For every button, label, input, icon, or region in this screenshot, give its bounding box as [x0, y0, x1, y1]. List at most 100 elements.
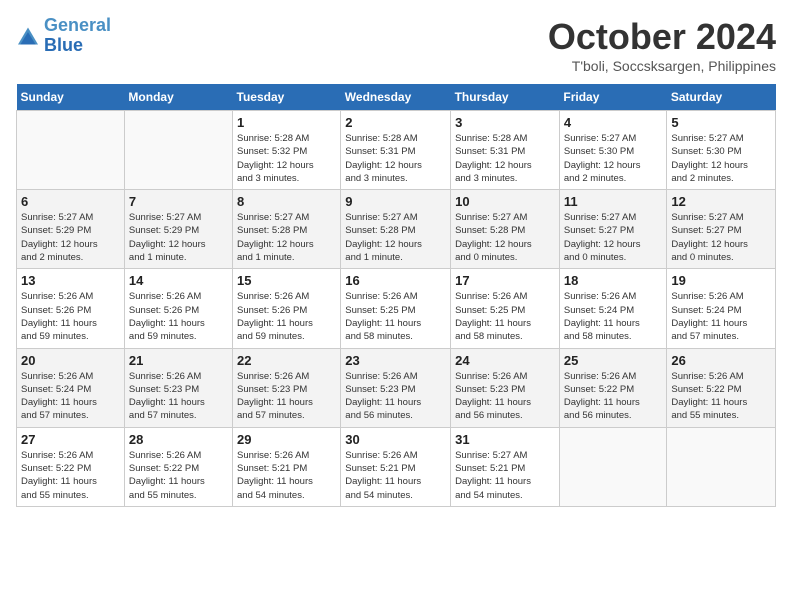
- day-number: 9: [345, 194, 446, 209]
- calendar-cell: 12 Sunrise: 5:27 AM Sunset: 5:27 PM Dayli…: [667, 190, 776, 269]
- day-number: 17: [455, 273, 555, 288]
- weekday-header-tuesday: Tuesday: [233, 84, 341, 111]
- title-block: October 2024 T'boli, Soccsksargen, Phili…: [548, 16, 776, 74]
- day-info: Sunrise: 5:27 AM Sunset: 5:28 PM Dayligh…: [455, 211, 555, 264]
- calendar-cell: 13Sunrise: 5:26 AM Sunset: 5:26 PM Dayli…: [17, 269, 125, 348]
- day-number: 31: [455, 432, 555, 447]
- calendar-week-row: 13Sunrise: 5:26 AM Sunset: 5:26 PM Dayli…: [17, 269, 776, 348]
- calendar-week-row: 20 Sunrise: 5:26 AM Sunset: 5:24 PM Dayli…: [17, 348, 776, 427]
- page-header: General Blue October 2024 T'boli, Soccsk…: [16, 16, 776, 74]
- day-info: Sunrise: 5:26 AM Sunset: 5:26 PM Dayligh…: [237, 290, 336, 343]
- logo-icon: [16, 26, 40, 46]
- calendar-cell: 16 Sunrise: 5:26 AM Sunset: 5:25 PM Dayli…: [341, 269, 451, 348]
- day-info: Sunrise: 5:26 AM Sunset: 5:25 PM Dayligh…: [345, 290, 446, 343]
- day-number: 28: [129, 432, 228, 447]
- day-info: Sunrise: 5:27 AM Sunset: 5:30 PM Dayligh…: [671, 132, 771, 185]
- day-info: Sunrise: 5:26 AM Sunset: 5:21 PM Dayligh…: [345, 449, 446, 502]
- weekday-header-monday: Monday: [124, 84, 232, 111]
- day-info: Sunrise: 5:28 AM Sunset: 5:32 PM Dayligh…: [237, 132, 336, 185]
- calendar-cell: 28 Sunrise: 5:26 AM Sunset: 5:22 PM Dayli…: [124, 427, 232, 506]
- day-number: 27: [21, 432, 120, 447]
- calendar-week-row: 27 Sunrise: 5:26 AM Sunset: 5:22 PM Dayli…: [17, 427, 776, 506]
- calendar-cell: 24Sunrise: 5:26 AM Sunset: 5:23 PM Dayli…: [451, 348, 560, 427]
- day-number: 29: [237, 432, 336, 447]
- day-info: Sunrise: 5:26 AM Sunset: 5:22 PM Dayligh…: [564, 370, 662, 423]
- calendar-cell: 31 Sunrise: 5:27 AM Sunset: 5:21 PM Dayli…: [451, 427, 560, 506]
- day-number: 24: [455, 353, 555, 368]
- calendar-cell: [124, 111, 232, 190]
- calendar-cell: 5 Sunrise: 5:27 AM Sunset: 5:30 PM Daylig…: [667, 111, 776, 190]
- calendar-cell: 2Sunrise: 5:28 AM Sunset: 5:31 PM Daylig…: [341, 111, 451, 190]
- day-number: 6: [21, 194, 120, 209]
- day-number: 21: [129, 353, 228, 368]
- day-info: Sunrise: 5:27 AM Sunset: 5:29 PM Dayligh…: [129, 211, 228, 264]
- location: T'boli, Soccsksargen, Philippines: [548, 58, 776, 74]
- day-info: Sunrise: 5:27 AM Sunset: 5:28 PM Dayligh…: [237, 211, 336, 264]
- day-info: Sunrise: 5:27 AM Sunset: 5:21 PM Dayligh…: [455, 449, 555, 502]
- day-info: Sunrise: 5:27 AM Sunset: 5:28 PM Dayligh…: [345, 211, 446, 264]
- day-number: 5: [671, 115, 771, 130]
- day-number: 20: [21, 353, 120, 368]
- calendar-cell: [17, 111, 125, 190]
- calendar-cell: 17 Sunrise: 5:26 AM Sunset: 5:25 PM Dayli…: [451, 269, 560, 348]
- day-info: Sunrise: 5:27 AM Sunset: 5:29 PM Dayligh…: [21, 211, 120, 264]
- calendar-cell: 22Sunrise: 5:26 AM Sunset: 5:23 PM Dayli…: [233, 348, 341, 427]
- calendar-cell: 18Sunrise: 5:26 AM Sunset: 5:24 PM Dayli…: [559, 269, 666, 348]
- calendar-cell: 1 Sunrise: 5:28 AM Sunset: 5:32 PM Daylig…: [233, 111, 341, 190]
- weekday-header-saturday: Saturday: [667, 84, 776, 111]
- day-info: Sunrise: 5:27 AM Sunset: 5:27 PM Dayligh…: [564, 211, 662, 264]
- day-number: 7: [129, 194, 228, 209]
- calendar-cell: [559, 427, 666, 506]
- day-info: Sunrise: 5:26 AM Sunset: 5:22 PM Dayligh…: [21, 449, 120, 502]
- calendar-cell: 25 Sunrise: 5:26 AM Sunset: 5:22 PM Dayli…: [559, 348, 666, 427]
- day-info: Sunrise: 5:26 AM Sunset: 5:23 PM Dayligh…: [345, 370, 446, 423]
- day-number: 10: [455, 194, 555, 209]
- day-info: Sunrise: 5:27 AM Sunset: 5:30 PM Dayligh…: [564, 132, 662, 185]
- calendar-cell: 6 Sunrise: 5:27 AM Sunset: 5:29 PM Daylig…: [17, 190, 125, 269]
- weekday-header-wednesday: Wednesday: [341, 84, 451, 111]
- day-number: 11: [564, 194, 662, 209]
- day-number: 1: [237, 115, 336, 130]
- day-number: 19: [671, 273, 771, 288]
- day-number: 3: [455, 115, 555, 130]
- calendar-cell: 20 Sunrise: 5:26 AM Sunset: 5:24 PM Dayli…: [17, 348, 125, 427]
- calendar-cell: 8Sunrise: 5:27 AM Sunset: 5:28 PM Daylig…: [233, 190, 341, 269]
- day-info: Sunrise: 5:26 AM Sunset: 5:26 PM Dayligh…: [21, 290, 120, 343]
- weekday-header-thursday: Thursday: [451, 84, 560, 111]
- day-info: Sunrise: 5:26 AM Sunset: 5:22 PM Dayligh…: [671, 370, 771, 423]
- calendar-cell: 9 Sunrise: 5:27 AM Sunset: 5:28 PM Daylig…: [341, 190, 451, 269]
- day-number: 2: [345, 115, 446, 130]
- day-number: 26: [671, 353, 771, 368]
- calendar-week-row: 1 Sunrise: 5:28 AM Sunset: 5:32 PM Daylig…: [17, 111, 776, 190]
- calendar-cell: 10 Sunrise: 5:27 AM Sunset: 5:28 PM Dayli…: [451, 190, 560, 269]
- calendar-cell: [667, 427, 776, 506]
- logo: General Blue: [16, 16, 111, 56]
- day-info: Sunrise: 5:26 AM Sunset: 5:23 PM Dayligh…: [129, 370, 228, 423]
- calendar-cell: 15 Sunrise: 5:26 AM Sunset: 5:26 PM Dayli…: [233, 269, 341, 348]
- calendar-cell: 23 Sunrise: 5:26 AM Sunset: 5:23 PM Dayli…: [341, 348, 451, 427]
- day-info: Sunrise: 5:27 AM Sunset: 5:27 PM Dayligh…: [671, 211, 771, 264]
- calendar-table: SundayMondayTuesdayWednesdayThursdayFrid…: [16, 84, 776, 507]
- day-number: 23: [345, 353, 446, 368]
- day-info: Sunrise: 5:28 AM Sunset: 5:31 PM Dayligh…: [455, 132, 555, 185]
- day-number: 12: [671, 194, 771, 209]
- day-info: Sunrise: 5:26 AM Sunset: 5:23 PM Dayligh…: [237, 370, 336, 423]
- calendar-cell: 14Sunrise: 5:26 AM Sunset: 5:26 PM Dayli…: [124, 269, 232, 348]
- day-number: 15: [237, 273, 336, 288]
- day-info: Sunrise: 5:26 AM Sunset: 5:25 PM Dayligh…: [455, 290, 555, 343]
- day-info: Sunrise: 5:26 AM Sunset: 5:21 PM Dayligh…: [237, 449, 336, 502]
- day-number: 4: [564, 115, 662, 130]
- calendar-cell: 4 Sunrise: 5:27 AM Sunset: 5:30 PM Daylig…: [559, 111, 666, 190]
- calendar-cell: 29 Sunrise: 5:26 AM Sunset: 5:21 PM Dayli…: [233, 427, 341, 506]
- day-number: 14: [129, 273, 228, 288]
- calendar-cell: 11 Sunrise: 5:27 AM Sunset: 5:27 PM Dayli…: [559, 190, 666, 269]
- day-number: 18: [564, 273, 662, 288]
- day-info: Sunrise: 5:26 AM Sunset: 5:24 PM Dayligh…: [21, 370, 120, 423]
- day-number: 25: [564, 353, 662, 368]
- calendar-cell: 7 Sunrise: 5:27 AM Sunset: 5:29 PM Daylig…: [124, 190, 232, 269]
- day-info: Sunrise: 5:26 AM Sunset: 5:22 PM Dayligh…: [129, 449, 228, 502]
- logo-text: General Blue: [44, 16, 111, 56]
- day-info: Sunrise: 5:26 AM Sunset: 5:24 PM Dayligh…: [671, 290, 771, 343]
- weekday-header-friday: Friday: [559, 84, 666, 111]
- day-number: 16: [345, 273, 446, 288]
